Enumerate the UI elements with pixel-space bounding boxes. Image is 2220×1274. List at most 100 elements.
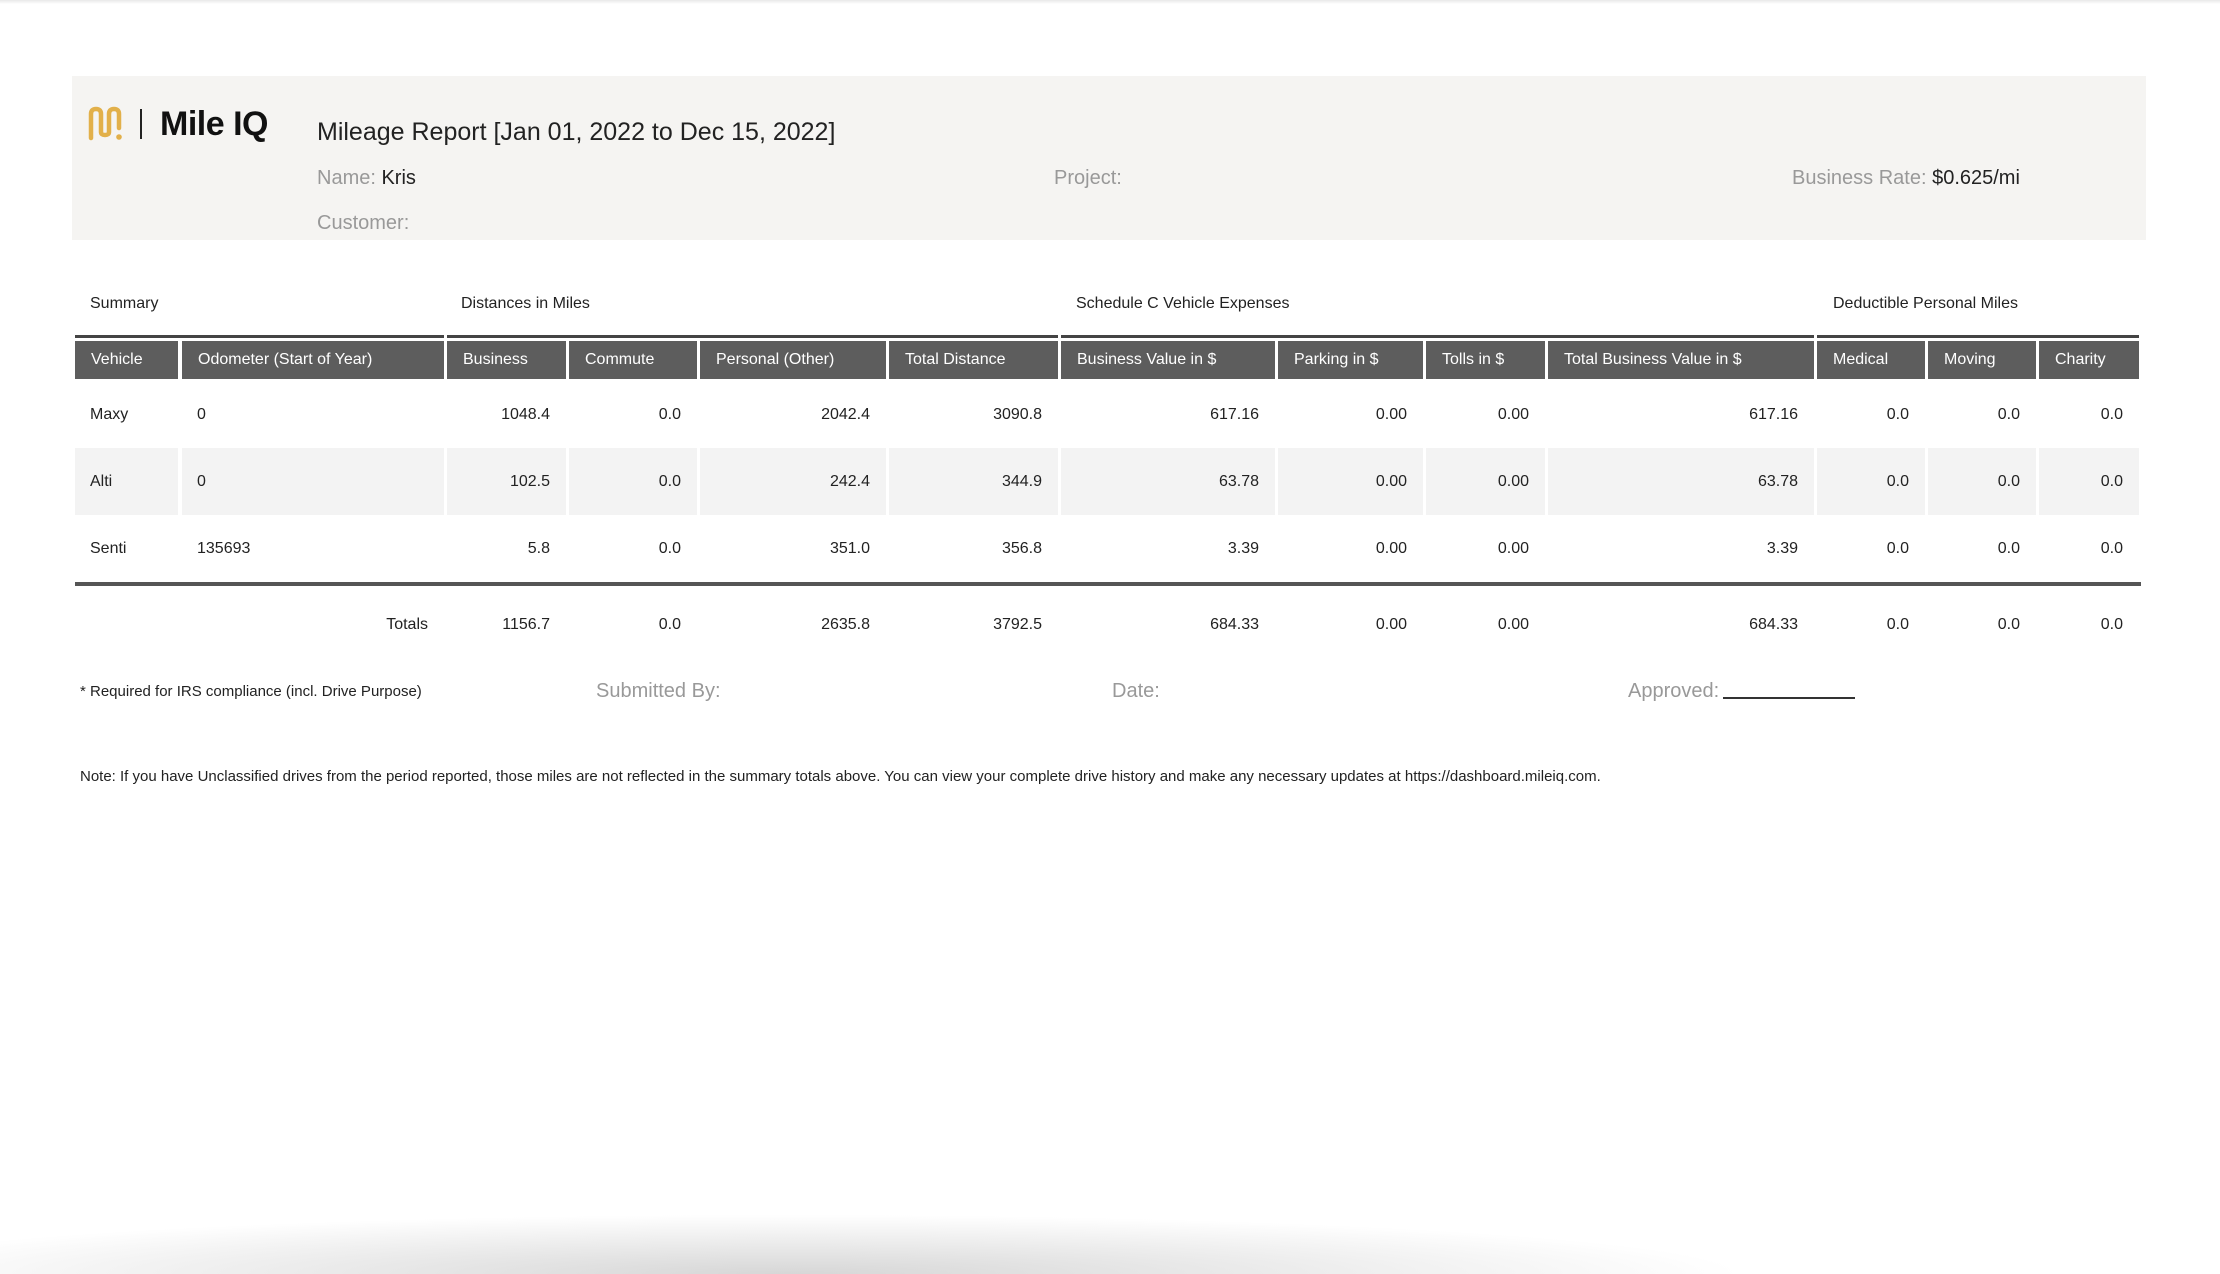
- group-distances: Distances in Miles: [461, 295, 590, 312]
- cell-total-distance: 3090.8: [993, 406, 1042, 423]
- cell-moving: 0.0: [1928, 448, 2036, 515]
- cell-charity: 0.0: [2100, 406, 2123, 423]
- col-header-medical: Medical: [1817, 341, 1925, 379]
- col-header-total-distance: Total Distance: [889, 341, 1058, 379]
- mileiq-logo: Mile IQ: [86, 102, 268, 146]
- cell-moving: 0.0: [1997, 406, 2020, 423]
- approved-label: Approved:: [1628, 680, 1720, 702]
- cell-parking: 0.00: [1278, 448, 1423, 515]
- cell-tolls: 0.00: [1497, 406, 1529, 423]
- table-row: Alti 0 102.5 0.0 242.4 344.9 63.78 0.00 …: [75, 448, 2140, 515]
- group-summary: Summary: [90, 295, 159, 312]
- cell-business-value: 3.39: [1227, 540, 1259, 557]
- total-charity: 0.0: [2100, 616, 2123, 633]
- table-row: Senti 135693 5.8 0.0 351.0 356.8 3.39 0.…: [75, 515, 2140, 582]
- total-tolls: 0.00: [1497, 616, 1529, 633]
- cell-charity: 0.0: [2039, 448, 2139, 515]
- mileiq-m-icon: [88, 106, 122, 141]
- cell-business: 102.5: [447, 448, 566, 515]
- cell-total-distance: 344.9: [889, 448, 1058, 515]
- total-distance: 3792.5: [993, 616, 1042, 633]
- approved-signature-line: [1723, 697, 1855, 699]
- cell-personal: 351.0: [829, 540, 870, 557]
- cell-odometer: 135693: [197, 540, 251, 557]
- submitted-by-label: Submitted By:: [596, 680, 721, 702]
- name-value: Kris: [381, 167, 416, 189]
- irs-compliance-note: * Required for IRS compliance (incl. Dri…: [80, 683, 422, 700]
- col-header-personal: Personal (Other): [700, 341, 886, 379]
- logo-text: Mile IQ: [160, 104, 268, 143]
- cell-personal: 2042.4: [821, 406, 870, 423]
- group-schedule-c: Schedule C Vehicle Expenses: [1076, 295, 1290, 312]
- report-page: Mile IQ Mileage Report [Jan 01, 2022 to …: [0, 0, 2220, 1274]
- cell-medical: 0.0: [1886, 406, 1909, 423]
- name-label: Name:: [317, 167, 376, 189]
- totals-divider: [75, 582, 2141, 586]
- name-field: Name: Kris: [317, 167, 416, 190]
- total-parking: 0.00: [1375, 616, 1407, 633]
- cell-charity: 0.0: [2100, 540, 2123, 557]
- col-header-vehicle: Vehicle: [75, 341, 178, 379]
- total-total-business-value: 684.33: [1749, 616, 1798, 633]
- cell-total-distance: 356.8: [1001, 540, 1042, 557]
- business-rate-label: Business Rate:: [1792, 167, 1927, 189]
- cell-total-business-value: 63.78: [1548, 448, 1814, 515]
- project-field: Project:: [1054, 167, 1122, 190]
- report-title: Mileage Report [Jan 01, 2022 to Dec 15, …: [317, 118, 836, 146]
- table-row: Maxy 0 1048.4 0.0 2042.4 3090.8 617.16 0…: [75, 381, 2140, 448]
- group-line-schedule-c: [1061, 335, 1814, 338]
- cell-medical: 0.0: [1886, 540, 1909, 557]
- col-header-business-value: Business Value in $: [1061, 341, 1275, 379]
- totals-row: Totals 1156.7 0.0 2635.8 3792.5 684.33 0…: [75, 591, 2140, 658]
- cell-commute: 0.0: [569, 448, 697, 515]
- total-business-value: 684.33: [1210, 616, 1259, 633]
- cell-vehicle: Alti: [75, 448, 178, 515]
- total-commute: 0.0: [658, 616, 681, 633]
- col-header-odometer: Odometer (Start of Year): [182, 341, 444, 379]
- date-label: Date:: [1112, 680, 1160, 702]
- top-shadow: [0, 0, 2220, 4]
- cell-vehicle: Maxy: [90, 406, 129, 423]
- cell-parking: 0.00: [1375, 540, 1407, 557]
- group-line-deductible: [1817, 335, 2139, 338]
- cell-business: 5.8: [527, 540, 550, 557]
- total-personal: 2635.8: [821, 616, 870, 633]
- logo-divider: [140, 109, 142, 139]
- col-header-business: Business: [447, 341, 566, 379]
- totals-label: Totals: [386, 616, 428, 633]
- col-header-charity: Charity: [2039, 341, 2139, 379]
- col-header-commute: Commute: [569, 341, 697, 379]
- total-moving: 0.0: [1997, 616, 2020, 633]
- cell-odometer: 0: [182, 448, 444, 515]
- total-medical: 0.0: [1886, 616, 1909, 633]
- project-label: Project:: [1054, 167, 1122, 189]
- cell-total-business-value: 617.16: [1749, 406, 1798, 423]
- group-deductible: Deductible Personal Miles: [1833, 295, 2018, 312]
- cell-business-value: 617.16: [1210, 406, 1259, 423]
- customer-field: Customer:: [317, 212, 409, 235]
- cell-vehicle: Senti: [90, 540, 127, 557]
- business-rate-field: Business Rate: $0.625/mi: [1792, 167, 2020, 190]
- business-rate-value: $0.625/mi: [1932, 167, 2020, 189]
- cell-odometer: 0: [197, 406, 206, 423]
- customer-label: Customer:: [317, 212, 410, 234]
- cell-business-value: 63.78: [1061, 448, 1275, 515]
- group-line-summary: [75, 335, 444, 338]
- cell-medical: 0.0: [1817, 448, 1925, 515]
- col-header-tolls: Tolls in $: [1426, 341, 1545, 379]
- cell-tolls: 0.00: [1497, 540, 1529, 557]
- bottom-shadow: [0, 1214, 1750, 1274]
- cell-parking: 0.00: [1375, 406, 1407, 423]
- cell-commute: 0.0: [658, 540, 681, 557]
- cell-personal: 242.4: [700, 448, 886, 515]
- report-header: Mile IQ Mileage Report [Jan 01, 2022 to …: [72, 76, 2146, 240]
- cell-moving: 0.0: [1997, 540, 2020, 557]
- total-business: 1156.7: [502, 616, 550, 633]
- cell-tolls: 0.00: [1426, 448, 1545, 515]
- cell-commute: 0.0: [658, 406, 681, 423]
- cell-business: 1048.4: [501, 406, 550, 423]
- col-header-parking: Parking in $: [1278, 341, 1423, 379]
- cell-total-business-value: 3.39: [1766, 540, 1798, 557]
- group-line-distances: [447, 335, 1058, 338]
- unclassified-drives-note: Note: If you have Unclassified drives fr…: [80, 768, 1601, 785]
